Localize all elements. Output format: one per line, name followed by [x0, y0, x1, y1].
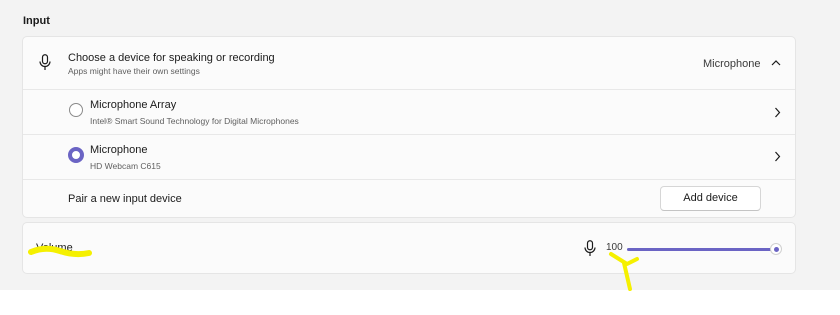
selected-device-value: Microphone — [703, 58, 761, 70]
volume-slider-track[interactable] — [627, 248, 774, 251]
device-description: HD Webcam C615 — [90, 161, 161, 171]
device-name: Microphone Array — [90, 99, 177, 111]
device-option-microphone-array[interactable]: Microphone Array Intel® Smart Sound Tech… — [23, 90, 795, 134]
chevron-right-icon[interactable] — [774, 107, 781, 118]
radio-microphone[interactable] — [68, 147, 84, 163]
section-title-input: Input — [23, 15, 50, 27]
input-devices-card: Choose a device for speaking or recordin… — [22, 36, 796, 218]
volume-value: 100 — [606, 242, 623, 253]
microphone-icon — [584, 240, 596, 256]
device-option-microphone[interactable]: Microphone HD Webcam C615 — [23, 135, 795, 179]
volume-slider-thumb-dot — [773, 246, 779, 252]
device-description: Intel® Smart Sound Technology for Digita… — [90, 116, 299, 126]
device-chooser-subtitle: Apps might have their own settings — [68, 66, 200, 76]
volume-card: Volume 100 — [22, 222, 796, 274]
device-chooser-row[interactable]: Choose a device for speaking or recordin… — [23, 37, 795, 89]
volume-slider-thumb[interactable] — [770, 243, 782, 255]
device-name: Microphone — [90, 144, 148, 156]
add-device-button[interactable]: Add device — [660, 186, 761, 211]
volume-label: Volume — [36, 242, 73, 254]
microphone-icon — [39, 54, 51, 70]
pair-device-row: Pair a new input device Add device — [23, 180, 795, 217]
radio-microphone-array[interactable] — [69, 103, 83, 117]
chevron-up-icon[interactable] — [771, 59, 781, 66]
device-chooser-title: Choose a device for speaking or recordin… — [68, 52, 275, 64]
chevron-right-icon[interactable] — [774, 151, 781, 162]
pair-device-label: Pair a new input device — [68, 193, 182, 205]
volume-slider[interactable] — [627, 241, 783, 257]
